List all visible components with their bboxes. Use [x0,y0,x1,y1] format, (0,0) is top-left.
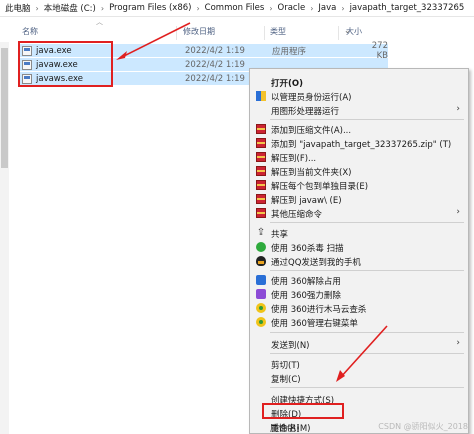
column-header-row: 名称 ︿ 修改日期 类型 大小 ⌄ [16,18,474,40]
menu-item-cut[interactable]: 剪切(T) [250,357,468,371]
winrar-archive-icon [256,208,266,218]
watermark: CSDN @骄阳似火_2018 [378,422,468,431]
file-date: 2022/4/2 1:19 [185,45,245,56]
breadcrumb-oracle[interactable]: Oracle [277,3,307,13]
scrollbar-thumb[interactable] [1,48,8,168]
menu-item-run-with-gpu[interactable]: 用图形处理器运行 › [250,103,468,117]
menu-item-open[interactable]: 打开(O) [250,75,468,89]
column-header-name[interactable]: 名称 [22,26,38,37]
menu-item-properties[interactable]: 属性(R) [270,422,300,434]
menu-separator [270,270,464,271]
breadcrumb-java[interactable]: Java [317,3,337,13]
column-divider[interactable] [264,26,265,40]
menu-item-extract-each[interactable]: 解压每个包到单独目录(E) [250,178,468,192]
share-icon: ⇪ [256,227,266,238]
column-divider[interactable] [338,26,339,40]
menu-item-share[interactable]: ⇪ 共享 [250,226,468,241]
annotation-box-files [18,41,113,87]
file-type: 应用程序 [272,46,307,57]
breadcrumb-program-files[interactable]: Program Files (x86) [108,3,192,13]
menu-item-trojan-scan-360[interactable]: 使用 360进行木马云查杀 [250,301,468,315]
menu-item-add-to-zip[interactable]: 添加到 "javapath_target_32337265.zip" (T) [250,136,468,150]
breadcrumb-separator-icon[interactable]: › [306,4,317,13]
breadcrumb-common-files[interactable]: Common Files [204,3,266,13]
submenu-arrow-icon: › [456,104,460,114]
annotation-box-delete [262,403,344,419]
winrar-archive-icon [256,194,266,204]
360-safe-icon [256,303,266,313]
menu-item-scan-360[interactable]: 使用 360杀毒 扫描 [250,240,468,254]
winrar-archive-icon [256,180,266,190]
menu-item-add-to-archive[interactable]: 添加到压缩文件(A)... [250,122,468,136]
menu-separator [270,353,464,354]
winrar-archive-icon [256,138,266,148]
menu-item-send-qq[interactable]: 通过QQ发送到我的手机 [250,254,468,268]
submenu-arrow-icon: › [456,207,460,217]
winrar-archive-icon [256,152,266,162]
breadcrumb-local-disk[interactable]: 本地磁盘 (C:) [43,2,97,14]
winrar-archive-icon [256,124,266,134]
breadcrumb-this-pc[interactable]: 此电脑 [4,2,32,14]
column-header-type[interactable]: 类型 [270,26,286,37]
menu-item-extract-to[interactable]: 解压到(F)... [250,150,468,164]
sort-down-icon[interactable]: ⌄ [344,26,351,35]
360-safe-icon [256,317,266,327]
menu-item-run-as-admin[interactable]: 以管理员身份运行(A) [250,89,468,103]
menu-separator [270,387,464,388]
menu-separator [270,332,464,333]
file-date: 2022/4/2 1:19 [185,59,245,70]
menu-item-extract-to-javaw[interactable]: 解压到 javaw\ (E) [250,192,468,206]
breadcrumb-separator-icon[interactable]: › [337,4,348,13]
breadcrumb-separator-icon[interactable]: › [192,4,203,13]
breadcrumb-separator-icon[interactable]: › [97,4,108,13]
file-date: 2022/4/2 1:19 [185,73,245,84]
winrar-archive-icon [256,166,266,176]
breadcrumb-javapath-target[interactable]: javapath_target_32337265 [349,3,466,13]
context-menu: 打开(O) 以管理员身份运行(A) 用图形处理器运行 › 添加到压缩文件(A).… [249,68,469,434]
360-antivirus-icon [256,242,266,252]
breadcrumb-separator-icon[interactable]: › [265,4,276,13]
menu-item-other-commands[interactable]: 其他压缩命令 › [250,206,468,220]
unlock-icon [256,275,266,285]
submenu-arrow-icon: › [456,338,460,348]
force-delete-icon [256,289,266,299]
menu-separator [270,119,464,120]
menu-item-menu-manage-360[interactable]: 使用 360管理右键菜单 [250,315,468,329]
breadcrumb: 此电脑 › 本地磁盘 (C:) › Program Files (x86) › … [0,0,474,17]
breadcrumb-separator-icon[interactable]: › [32,4,43,13]
menu-item-send-to[interactable]: 发送到(N) › [250,337,468,351]
sort-up-icon: ︿ [96,18,103,26]
menu-separator [270,222,464,223]
menu-item-copy[interactable]: 复制(C) [250,371,468,385]
uac-shield-icon [256,91,266,101]
menu-item-extract-here[interactable]: 解压到当前文件夹(X) [250,164,468,178]
menu-item-unlock-360[interactable]: 使用 360解除占用 [250,273,468,287]
column-divider[interactable] [176,26,177,40]
menu-item-force-delete-360[interactable]: 使用 360强力删除 [250,287,468,301]
qq-penguin-icon [256,256,266,266]
column-header-date[interactable]: 修改日期 [183,26,215,37]
